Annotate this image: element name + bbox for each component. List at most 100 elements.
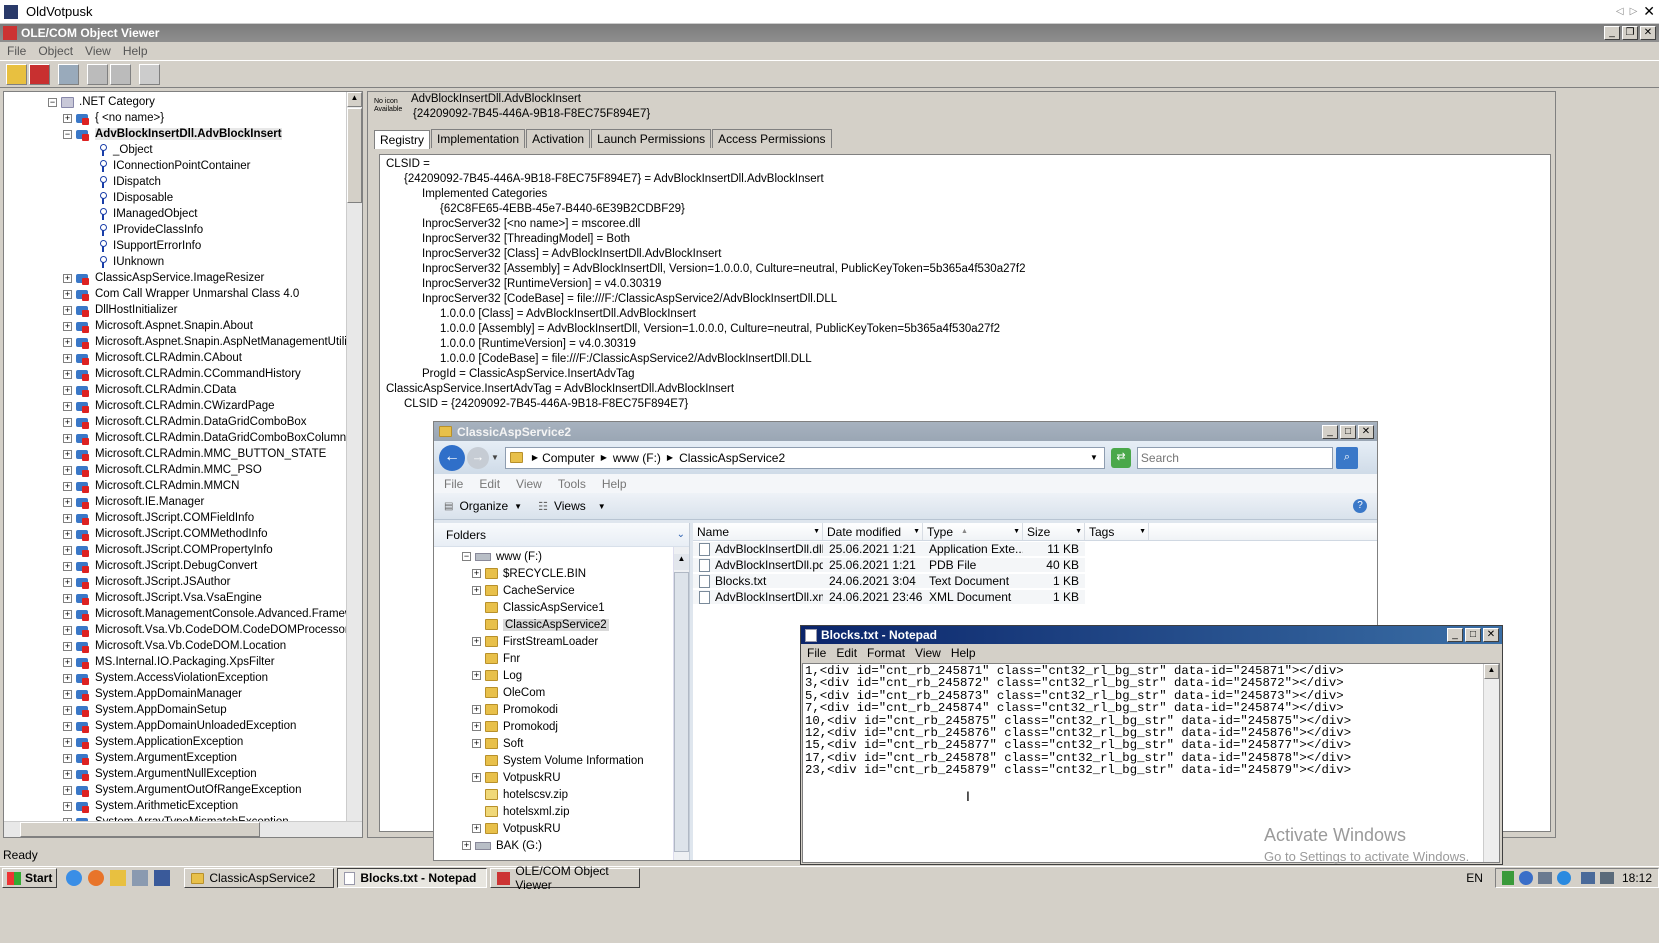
tree-item[interactable]: + Microsoft.CLRAdmin.MMC_PSO bbox=[4, 462, 362, 478]
tree-item[interactable]: + System.ArithmeticException bbox=[4, 798, 362, 814]
tree-hscrollbar[interactable] bbox=[4, 821, 362, 837]
tray-display-icon[interactable] bbox=[1580, 872, 1595, 884]
ie-icon[interactable] bbox=[66, 870, 83, 886]
expand-icon[interactable]: + bbox=[63, 737, 72, 747]
task-classicaspservice2[interactable]: ClassicAspService2 bbox=[184, 868, 335, 888]
tree-item[interactable]: + Com Call Wrapper Unmarshal Class 4.0 bbox=[4, 286, 362, 302]
tree-item[interactable]: + Microsoft.JScript.COMFieldInfo bbox=[4, 510, 362, 526]
expand-icon[interactable]: + bbox=[63, 481, 72, 491]
organize-dropdown-icon[interactable]: ▼ bbox=[514, 502, 522, 511]
expand-icon[interactable]: + bbox=[63, 321, 72, 331]
notepad-minimize-button[interactable]: _ bbox=[1447, 628, 1463, 642]
nav-right-icon[interactable]: ▷ bbox=[1630, 6, 1638, 17]
tree-item[interactable]: IProvideClassInfo bbox=[4, 222, 362, 238]
forward-button[interactable]: → bbox=[467, 446, 489, 469]
expand-icon[interactable]: + bbox=[63, 513, 72, 523]
tree-item[interactable]: IManagedObject bbox=[4, 206, 362, 222]
object-tree[interactable]: − .NET Category + { <no name>} − AdvBlockIn… bbox=[3, 91, 363, 838]
expand-icon[interactable]: + bbox=[63, 417, 72, 427]
explorer-menu-view[interactable]: View bbox=[516, 477, 542, 491]
tree-item[interactable]: + Microsoft.JScript.JSAuthor bbox=[4, 574, 362, 590]
expand-icon[interactable]: + bbox=[63, 305, 72, 315]
explorer-close-button[interactable]: ✕ bbox=[1358, 424, 1374, 439]
expand-icon[interactable]: + bbox=[63, 353, 72, 363]
organize-button[interactable]: Organize bbox=[459, 499, 508, 513]
registry-line[interactable]: ClassicAspService.InsertAdvTag = AdvBloc… bbox=[386, 382, 1544, 397]
tree-item[interactable]: + Microsoft.JScript.COMMethodInfo bbox=[4, 526, 362, 542]
view-list-icon[interactable] bbox=[87, 63, 108, 85]
tab-implementation[interactable]: Implementation bbox=[431, 129, 526, 148]
folders-pane[interactable]: Folders ⌄ − www (F:) + $RECYCLE.BIN + Cache… bbox=[434, 523, 690, 860]
expand-icon[interactable]: + bbox=[63, 801, 72, 811]
menu-help[interactable]: Help bbox=[123, 44, 148, 58]
tray-sync-icon[interactable] bbox=[1556, 871, 1571, 885]
unbind-icon[interactable] bbox=[29, 63, 50, 85]
drive-f[interactable]: − www (F:) bbox=[434, 548, 689, 565]
registry-line[interactable]: {62C8FE65-4EBB-45e7-B440-6E39B2CDBF29} bbox=[386, 202, 1544, 217]
folder-item[interactable]: + FirstStreamLoader bbox=[434, 633, 689, 650]
expand-icon[interactable]: + bbox=[63, 625, 72, 635]
expand-icon[interactable]: + bbox=[63, 561, 72, 571]
tree-item[interactable]: + Microsoft.JScript.Vsa.VsaEngine bbox=[4, 590, 362, 606]
expand-icon[interactable]: + bbox=[63, 385, 72, 395]
folder-item[interactable]: + VotpuskRU bbox=[434, 820, 689, 837]
history-dropdown-icon[interactable]: ▼ bbox=[491, 453, 499, 462]
expand-icon[interactable]: + bbox=[63, 673, 72, 683]
folder-item[interactable]: hotelscsv.zip bbox=[434, 786, 689, 803]
tree-item[interactable]: + System.ArgumentOutOfRangeException bbox=[4, 782, 362, 798]
expand-icon[interactable]: + bbox=[63, 113, 72, 123]
language-indicator[interactable]: EN bbox=[1466, 871, 1483, 885]
expand-icon[interactable]: + bbox=[472, 671, 481, 680]
folder-item[interactable]: ClassicAspService2 bbox=[434, 616, 689, 633]
tree-item[interactable]: + Microsoft.IE.Manager bbox=[4, 494, 362, 510]
notepad-close-button[interactable]: ✕ bbox=[1483, 628, 1499, 642]
expand-icon[interactable]: + bbox=[63, 289, 72, 299]
tab-access-permissions[interactable]: Access Permissions bbox=[712, 129, 832, 148]
expand-icon[interactable]: + bbox=[63, 529, 72, 539]
expand-icon[interactable]: + bbox=[63, 337, 72, 347]
tray-monitor-icon[interactable] bbox=[1537, 872, 1552, 884]
view-details-icon[interactable] bbox=[110, 63, 131, 85]
folder-item[interactable]: + Soft bbox=[434, 735, 689, 752]
clock[interactable]: 18:12 bbox=[1622, 871, 1652, 885]
tree-item[interactable]: + System.AppDomainUnloadedException bbox=[4, 718, 362, 734]
folder-item[interactable]: Fnr bbox=[434, 650, 689, 667]
tree-item[interactable]: + MS.Internal.IO.Packaging.XpsFilter bbox=[4, 654, 362, 670]
folder-item[interactable]: ClassicAspService1 bbox=[434, 599, 689, 616]
help-icon[interactable]: ? bbox=[1353, 499, 1367, 513]
tree-item[interactable]: + System.ApplicationException bbox=[4, 734, 362, 750]
explorer-icon[interactable] bbox=[110, 870, 127, 886]
tray-volume-icon[interactable] bbox=[1599, 872, 1614, 884]
back-button[interactable]: ← bbox=[439, 444, 465, 471]
desktop-icon[interactable] bbox=[154, 870, 171, 886]
tree-item[interactable]: + Microsoft.CLRAdmin.DataGridComboBox bbox=[4, 414, 362, 430]
folders-collapse-icon[interactable]: ⌄ bbox=[677, 529, 685, 540]
explorer-menu-file[interactable]: File bbox=[444, 477, 463, 491]
notepad-maximize-button[interactable]: □ bbox=[1465, 628, 1481, 642]
views-button[interactable]: Views bbox=[554, 499, 586, 513]
search-input[interactable] bbox=[1136, 446, 1333, 469]
tree-item[interactable]: + Microsoft.CLRAdmin.CWizardPage bbox=[4, 398, 362, 414]
expand-icon[interactable]: + bbox=[63, 449, 72, 459]
col-date[interactable]: Date modified ▼ bbox=[823, 523, 923, 540]
registry-line[interactable]: Implemented Categories bbox=[386, 187, 1544, 202]
col-type[interactable]: Type ▲ ▼ bbox=[923, 523, 1023, 540]
notepad-menu-edit[interactable]: Edit bbox=[836, 646, 857, 660]
expand-icon[interactable]: + bbox=[63, 785, 72, 795]
notepad-menu-help[interactable]: Help bbox=[951, 646, 976, 660]
tree-item[interactable]: IDispatch bbox=[4, 174, 362, 190]
expand-icon[interactable]: + bbox=[472, 586, 481, 595]
folders-header[interactable]: Folders ⌄ bbox=[434, 523, 689, 547]
address-dropdown-icon[interactable]: ▼ bbox=[1090, 453, 1098, 462]
notepad-scrollbar[interactable]: ▲ bbox=[1483, 664, 1499, 862]
folder-item[interactable]: + $RECYCLE.BIN bbox=[434, 565, 689, 582]
tab-registry[interactable]: Registry bbox=[374, 130, 431, 149]
nav-left-icon[interactable]: ◁ bbox=[1616, 6, 1624, 17]
tab-launch-permissions[interactable]: Launch Permissions bbox=[591, 129, 712, 148]
expand-icon[interactable]: + bbox=[63, 545, 72, 555]
views-dropdown-icon[interactable]: ▼ bbox=[598, 502, 606, 511]
tree-item[interactable]: ISupportErrorInfo bbox=[4, 238, 362, 254]
explorer-menu-edit[interactable]: Edit bbox=[479, 477, 500, 491]
col-tags[interactable]: Tags ▼ bbox=[1085, 523, 1149, 540]
folder-item[interactable]: + CacheService bbox=[434, 582, 689, 599]
